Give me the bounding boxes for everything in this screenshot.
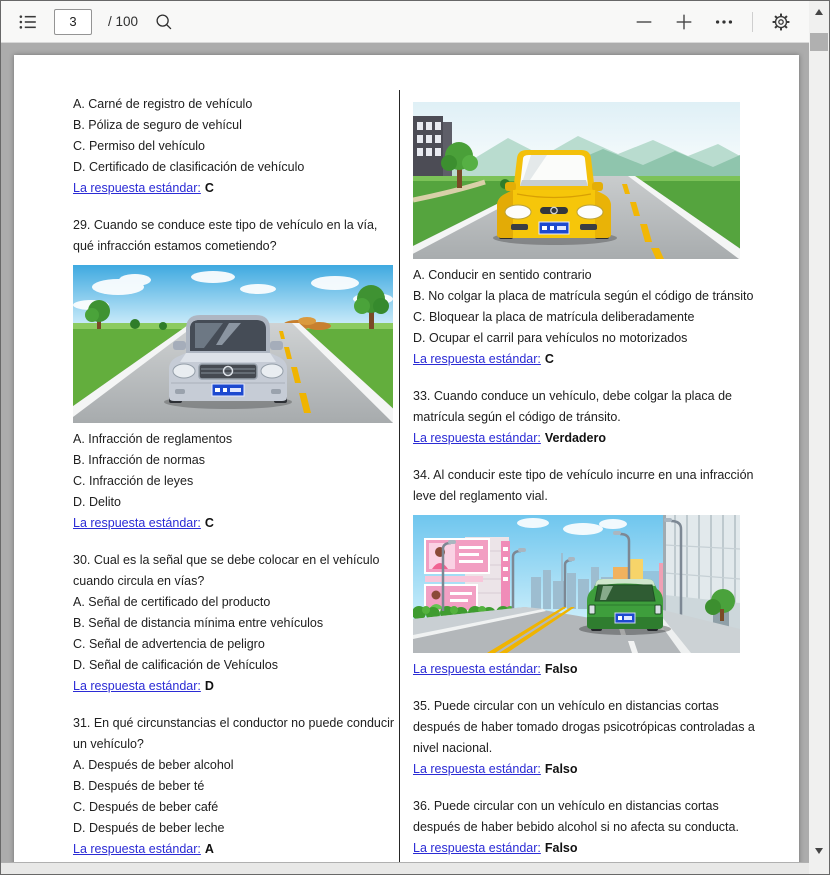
vertical-scrollbar-thumb[interactable] <box>810 33 828 51</box>
option-line: C. Bloquear la placa de matrícula delibe… <box>413 307 760 328</box>
option-line: A. Conducir en sentido contrario <box>413 265 760 286</box>
option-line: B. Infracción de normas <box>73 450 395 471</box>
question-28-block: A. Carné de registro de vehículo B. Póli… <box>73 94 395 199</box>
search-icon[interactable] <box>152 10 176 34</box>
answer-value: Falso <box>545 662 578 676</box>
settings-gear-icon[interactable] <box>769 10 793 34</box>
option-line: B. Señal de distancia mínima entre vehíc… <box>73 613 395 634</box>
question-29-block: 29. Cuando se conduce este tipo de vehíc… <box>73 215 395 534</box>
question-stem: 33. Cuando conduce un vehículo, debe col… <box>413 386 760 428</box>
scroll-up-arrow-icon[interactable] <box>809 7 829 19</box>
question-stem: 31. En qué circunstancias el conductor n… <box>73 713 395 755</box>
more-options-ellipsis-icon[interactable] <box>712 10 736 34</box>
answer-value: Falso <box>545 762 578 776</box>
question-33-block: 33. Cuando conduce un vehículo, debe col… <box>413 386 760 449</box>
question-35-block: 35. Puede circular con un vehículo en di… <box>413 696 760 780</box>
answer-value: D <box>205 679 214 693</box>
question-31-block: 31. En qué circunstancias el conductor n… <box>73 713 395 860</box>
left-column: A. Carné de registro de vehículo B. Póli… <box>73 94 395 862</box>
right-column: A. Conducir en sentido contrario B. No c… <box>413 94 760 862</box>
question-stem: 29. Cuando se conduce este tipo de vehíc… <box>73 215 395 257</box>
standard-answer-line: La respuesta estándar: D <box>73 676 395 697</box>
vertical-scrollbar[interactable] <box>809 1 829 862</box>
question-stem: 34. Al conducir este tipo de vehículo in… <box>413 465 760 507</box>
answer-link[interactable]: La respuesta estándar: <box>413 662 541 676</box>
option-line: D. Ocupar el carril para vehículos no mo… <box>413 328 760 349</box>
horizontal-scrollbar[interactable] <box>1 862 809 874</box>
standard-answer-line: La respuesta estándar: Verdadero <box>413 428 760 449</box>
answer-value: Falso <box>545 841 578 855</box>
option-line: C. Infracción de leyes <box>73 471 395 492</box>
option-line: A. Señal de certificado del producto <box>73 592 395 613</box>
answer-link[interactable]: La respuesta estándar: <box>413 841 541 855</box>
answer-value: C <box>205 181 214 195</box>
answer-link[interactable]: La respuesta estándar: <box>413 762 541 776</box>
option-line: A. Infracción de reglamentos <box>73 429 395 450</box>
answer-link[interactable]: La respuesta estándar: <box>413 352 541 366</box>
option-line: A. Después de beber alcohol <box>73 755 395 776</box>
page-total-label: / 100 <box>108 14 138 29</box>
answer-link[interactable]: La respuesta estándar: <box>73 679 201 693</box>
scroll-down-arrow-icon[interactable] <box>809 846 829 858</box>
answer-value: C <box>205 516 214 530</box>
option-line: D. Señal de calificación de Vehículos <box>73 655 395 676</box>
option-line: C. Permiso del vehículo <box>73 136 395 157</box>
answer-value: A <box>205 842 214 856</box>
answer-link[interactable]: La respuesta estándar: <box>413 431 541 445</box>
standard-answer-line: La respuesta estándar: A <box>73 839 395 860</box>
toolbar-divider <box>752 12 753 32</box>
option-line: C. Señal de advertencia de peligro <box>73 634 395 655</box>
question-stem: 35. Puede circular con un vehículo en di… <box>413 696 760 759</box>
zoom-in-plus-icon[interactable] <box>672 10 696 34</box>
question-34-illustration <box>413 515 740 653</box>
option-line: D. Después de beber leche <box>73 818 395 839</box>
answer-link[interactable]: La respuesta estándar: <box>73 516 201 530</box>
answer-value: C <box>545 352 554 366</box>
standard-answer-line: La respuesta estándar: Falso <box>413 759 760 780</box>
option-line: B. Póliza de seguro de vehícul <box>73 115 395 136</box>
answer-link[interactable]: La respuesta estándar: <box>73 181 201 195</box>
option-line: B. No colgar la placa de matrícula según… <box>413 286 760 307</box>
scrollbar-corner <box>809 862 829 874</box>
column-divider <box>399 90 400 862</box>
option-line: D. Certificado de clasificación de vehíc… <box>73 157 395 178</box>
standard-answer-line: La respuesta estándar: C <box>73 513 395 534</box>
question-34-block: 34. Al conducir este tipo de vehículo in… <box>413 465 760 680</box>
pdf-toolbar: / 100 <box>1 1 809 43</box>
question-stem: 30. Cual es la señal que se debe colocar… <box>73 550 395 592</box>
answer-link[interactable]: La respuesta estándar: <box>73 842 201 856</box>
pdf-viewer-canvas: A. Carné de registro de vehículo B. Póli… <box>1 43 809 862</box>
option-line: D. Delito <box>73 492 395 513</box>
question-36-block: 36. Puede circular con un vehículo en di… <box>413 796 760 859</box>
question-30-block: 30. Cual es la señal que se debe colocar… <box>73 550 395 697</box>
option-line: A. Carné de registro de vehículo <box>73 94 395 115</box>
standard-answer-line: La respuesta estándar: C <box>413 349 760 370</box>
pdf-page: A. Carné de registro de vehículo B. Póli… <box>14 55 799 862</box>
question-32-illustration <box>413 102 740 259</box>
question-32-block: A. Conducir en sentido contrario B. No c… <box>413 102 760 370</box>
answer-value: Verdadero <box>545 431 606 445</box>
standard-answer-line: La respuesta estándar: Falso <box>413 659 760 680</box>
table-of-contents-icon[interactable] <box>16 10 40 34</box>
zoom-out-minus-icon[interactable] <box>632 10 656 34</box>
question-stem: 36. Puede circular con un vehículo en di… <box>413 796 760 838</box>
standard-answer-line: La respuesta estándar: Falso <box>413 838 760 859</box>
option-line: C. Después de beber café <box>73 797 395 818</box>
standard-answer-line: La respuesta estándar: C <box>73 178 395 199</box>
page-number-input[interactable] <box>54 9 92 35</box>
option-line: B. Después de beber té <box>73 776 395 797</box>
question-29-illustration <box>73 265 393 423</box>
